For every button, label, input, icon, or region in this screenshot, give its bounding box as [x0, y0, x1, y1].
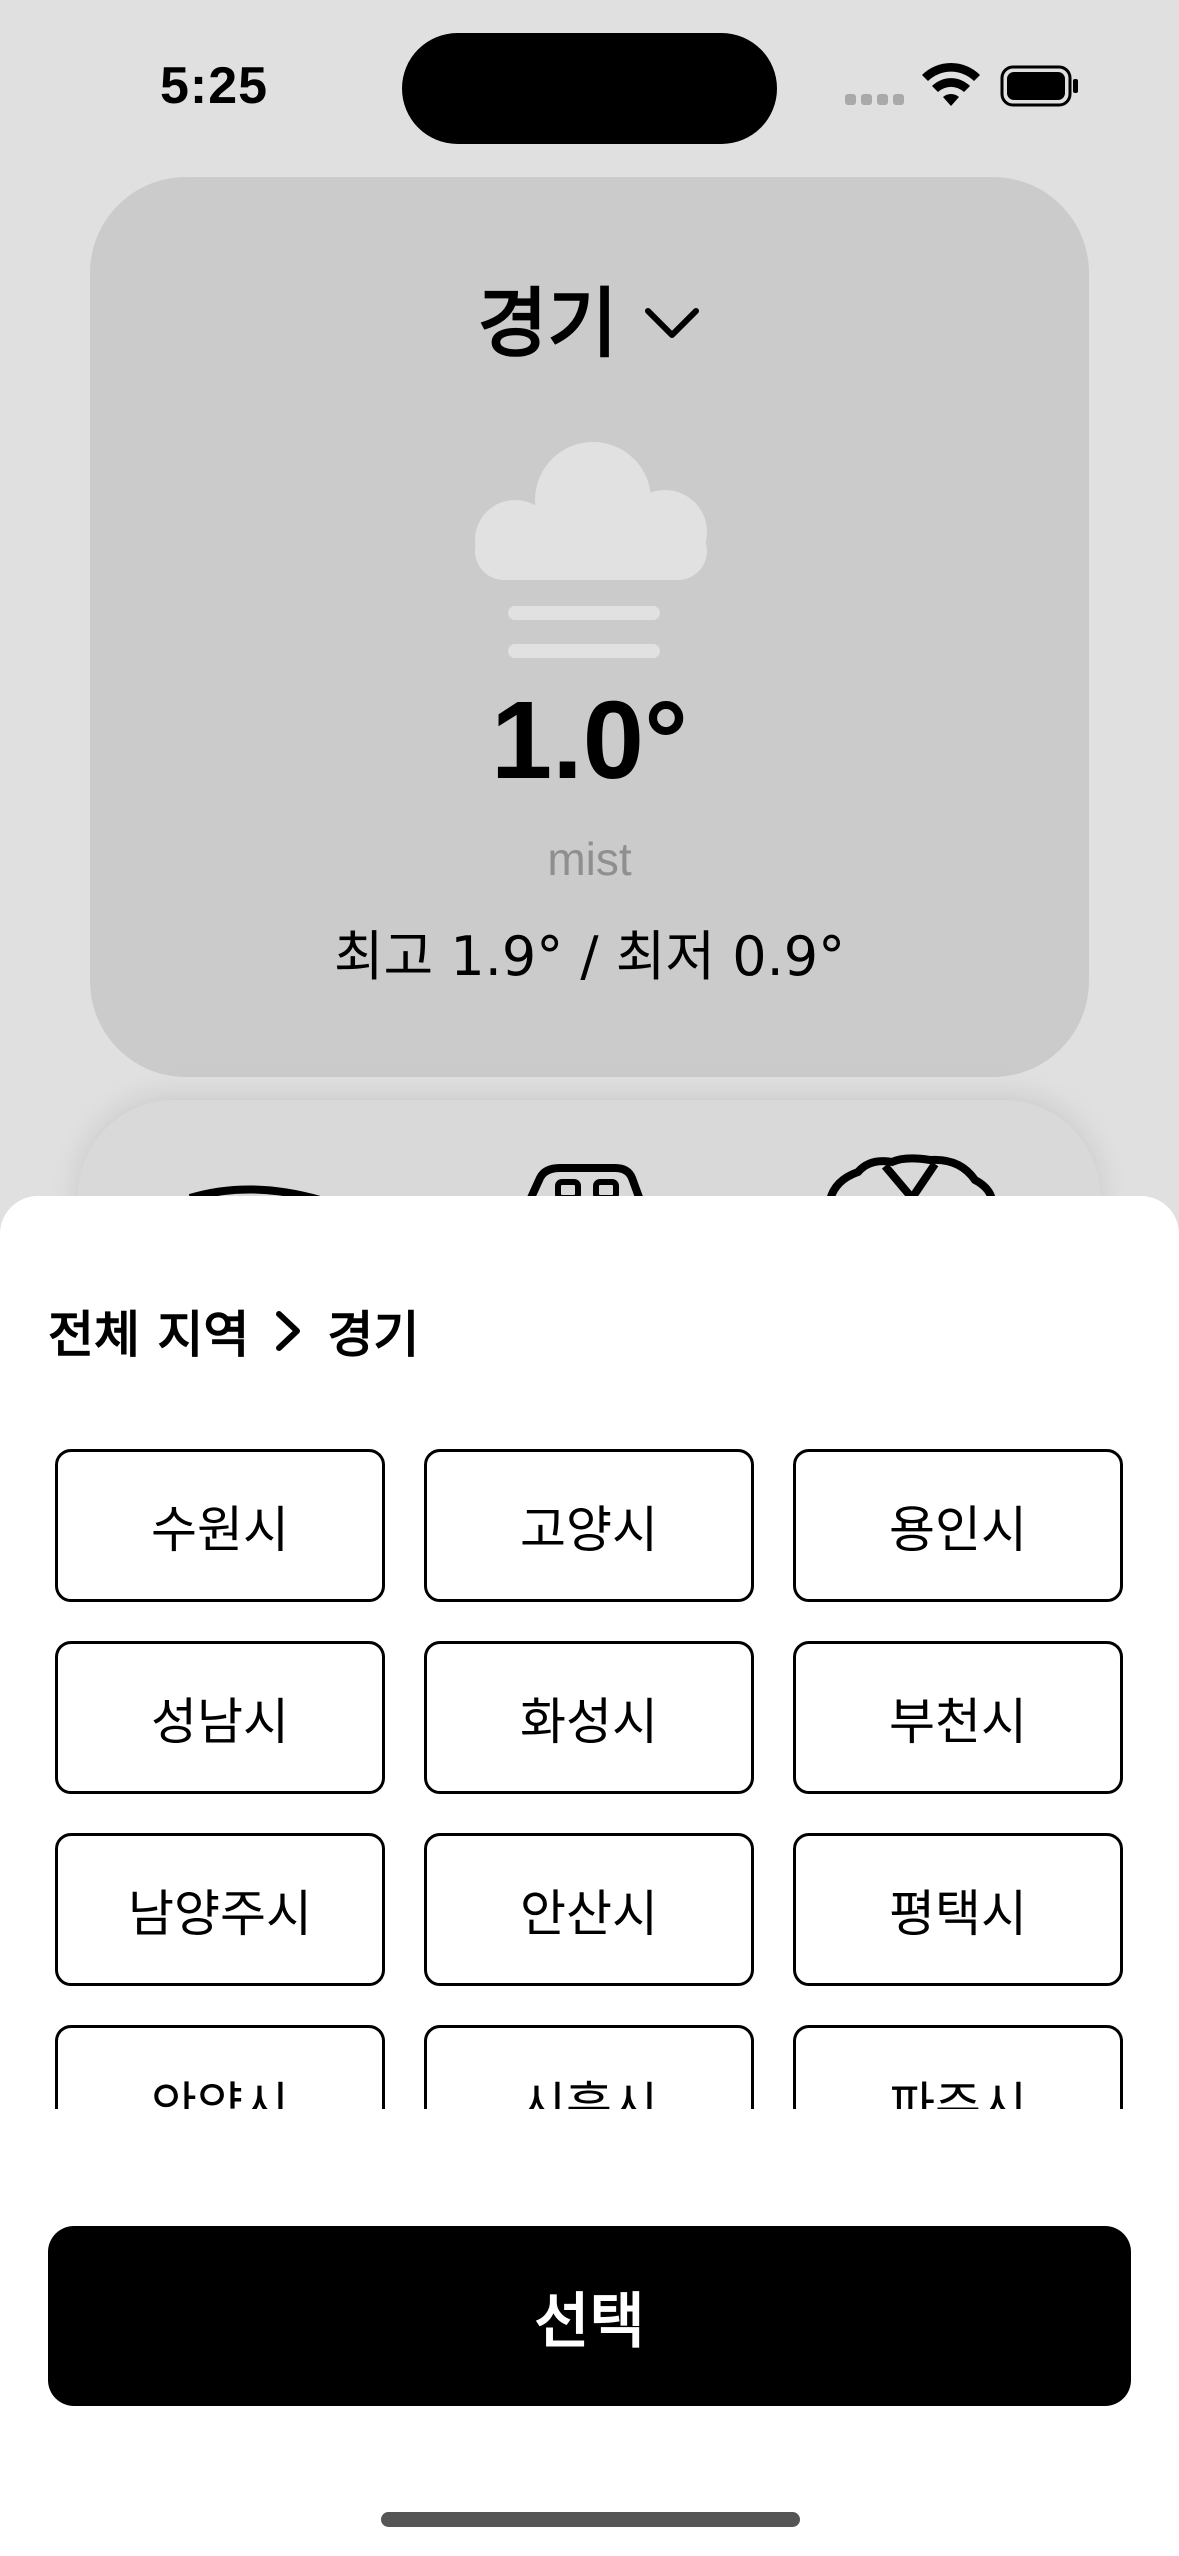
- city-button[interactable]: 부천시: [793, 1641, 1123, 1794]
- city-button[interactable]: 평택시: [793, 1833, 1123, 1986]
- city-button[interactable]: 화성시: [424, 1641, 754, 1794]
- wifi-icon: [922, 62, 980, 106]
- mist-cloud-icon: [475, 442, 707, 658]
- chevron-down-icon: [645, 308, 700, 338]
- partial-icons-row: [188, 1154, 996, 1200]
- home-indicator[interactable]: [381, 2512, 800, 2527]
- status-time: 5:25: [160, 57, 269, 115]
- cellular-signal-icon: [845, 94, 905, 108]
- city-button[interactable]: 고양시: [424, 1449, 754, 1602]
- breadcrumb: 전체 지역 경기: [48, 1296, 419, 1366]
- city-list[interactable]: 수원시 고양시 용인시 성남시 화성시 부천시 남양주시 안산시 평택시 안양시…: [0, 1449, 1179, 2109]
- battery-icon: [1000, 65, 1078, 107]
- min-max-temperature: 최고 1.9° / 최저 0.9°: [333, 925, 846, 988]
- city-button[interactable]: 수원시: [55, 1449, 385, 1602]
- region-picker-sheet: 전체 지역 경기 수원시 고양시 용인시 성남시 화성시 부천시 남양주시 안산…: [0, 1196, 1179, 2556]
- breadcrumb-current: 경기: [327, 1306, 420, 1364]
- city-button[interactable]: 남양주시: [55, 1833, 385, 1986]
- weather-card: 경기 1.0° mist 최고 1.9° / 최저 0.9°: [90, 177, 1089, 1077]
- city-button[interactable]: 용인시: [793, 1449, 1123, 1602]
- city-button[interactable]: 파주시: [793, 2025, 1123, 2109]
- breadcrumb-root[interactable]: 전체 지역: [48, 1295, 249, 1367]
- chevron-right-icon: [276, 1311, 301, 1351]
- city-button[interactable]: 시흥시: [424, 2025, 754, 2109]
- weather-condition: mist: [547, 833, 632, 885]
- dynamic-island: [402, 33, 777, 144]
- current-temperature: 1.0°: [491, 679, 688, 802]
- region-selector[interactable]: 경기: [90, 267, 1089, 368]
- city-button[interactable]: 안산시: [424, 1833, 754, 1986]
- select-button[interactable]: 선택: [48, 2226, 1131, 2406]
- city-button[interactable]: 성남시: [55, 1641, 385, 1794]
- city-button[interactable]: 안양시: [55, 2025, 385, 2109]
- region-title: 경기: [477, 279, 618, 368]
